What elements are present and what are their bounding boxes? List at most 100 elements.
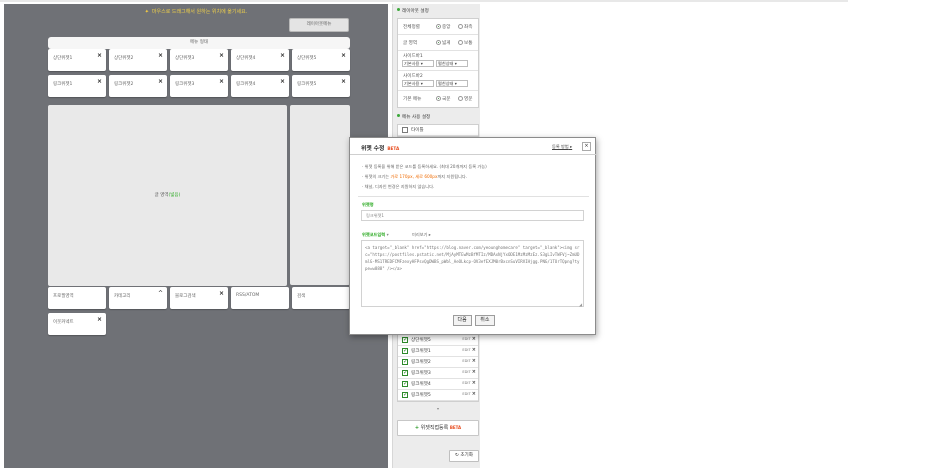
- radio-icon[interactable]: [436, 24, 441, 29]
- widget-neighbor-connect[interactable]: 이웃커넥트 ×: [48, 313, 106, 335]
- sidebar2-label: 사이드바2: [403, 74, 423, 79]
- widget-blog-search[interactable]: 블로그검색 ×: [170, 287, 228, 309]
- layout-settings-text: 레이아웃 설정: [402, 9, 429, 14]
- close-icon[interactable]: ×: [584, 143, 588, 149]
- layout-menu-button[interactable]: 레이아웃메뉴: [289, 18, 349, 32]
- checkbox[interactable]: [402, 127, 408, 133]
- sidebar-area[interactable]: [290, 105, 350, 285]
- cancel-button[interactable]: 취소: [475, 315, 495, 326]
- widget-link-2[interactable]: 링크위젯2 ×: [109, 75, 167, 97]
- close-icon[interactable]: ×: [472, 347, 476, 353]
- list-item[interactable]: 상단위젯5 EDIT ×: [398, 335, 478, 346]
- close-icon[interactable]: ×: [97, 52, 102, 59]
- chevron-down-icon: ▾: [386, 232, 389, 237]
- checkbox[interactable]: [402, 380, 408, 387]
- widget-name-input[interactable]: 링크위젯1: [361, 210, 584, 221]
- widget-top-2[interactable]: 상단위젯2 ×: [109, 49, 167, 71]
- widget-category[interactable]: 카테고리 ^: [109, 287, 167, 309]
- widget-top-4[interactable]: 상단위젯4 ×: [231, 49, 289, 71]
- menu-english-radio[interactable]: 영문: [458, 96, 472, 102]
- close-icon[interactable]: ×: [280, 78, 285, 85]
- list-item[interactable]: 링크위젯1 EDIT ×: [398, 346, 478, 357]
- close-icon[interactable]: ×: [219, 290, 224, 297]
- menu-settings-text: 메뉴 사용 설정: [402, 115, 431, 120]
- note-line: · 채널, 디자인 변경은 지원하지 않습니다.: [362, 184, 435, 189]
- close-icon[interactable]: ×: [472, 358, 476, 364]
- widget-search[interactable]: 검색: [292, 287, 350, 309]
- menu-korean-radio[interactable]: 국문: [436, 96, 450, 102]
- list-item[interactable]: 링크위젯4 EDIT ×: [398, 379, 478, 390]
- list-item[interactable]: 링크위젯2 EDIT ×: [398, 357, 478, 368]
- content-wide-radio[interactable]: 넓게: [436, 40, 450, 46]
- widget-top-5[interactable]: 상단위젯5 ×: [292, 49, 350, 71]
- list-item-label: 링크위젯4: [411, 382, 431, 387]
- content-area[interactable]: 글 영역(넓음): [48, 105, 287, 286]
- widget-profile[interactable]: 프로필영역: [48, 287, 106, 309]
- list-item[interactable]: 링크위젯5 EDIT ×: [398, 390, 478, 401]
- menu-bar-area[interactable]: 메뉴 형태: [48, 37, 350, 49]
- beta-badge: BETA: [449, 425, 462, 430]
- checkbox[interactable]: [402, 347, 408, 354]
- preview-link[interactable]: 미리보기 ▸: [412, 232, 431, 238]
- close-icon[interactable]: ×: [472, 391, 476, 397]
- sidebar2-row: 사이드바2 기본사용 ▾ 펼친상태 ▾: [398, 71, 478, 91]
- radio-icon[interactable]: [436, 40, 441, 45]
- content-normal-radio[interactable]: 보통: [458, 40, 472, 46]
- radio-label: 영문: [464, 97, 473, 102]
- list-item[interactable]: 타이틀: [398, 125, 478, 136]
- widget-rss[interactable]: RSS/ATOM: [231, 287, 289, 309]
- checkbox[interactable]: [402, 336, 408, 343]
- close-icon[interactable]: ×: [158, 52, 163, 59]
- widget-link-1[interactable]: 링크위젯1 ×: [48, 75, 106, 97]
- radio-label: 보통: [464, 41, 473, 46]
- close-icon[interactable]: ×: [341, 78, 346, 85]
- chevron-up-icon[interactable]: ^: [158, 290, 163, 297]
- widget-link-5[interactable]: 링크위젯5 ×: [292, 75, 350, 97]
- close-icon[interactable]: ×: [97, 78, 102, 85]
- checkbox[interactable]: [402, 358, 408, 365]
- close-icon[interactable]: ×: [472, 369, 476, 375]
- radio-icon[interactable]: [458, 24, 463, 29]
- edit-link[interactable]: EDIT ×: [462, 369, 476, 375]
- radio-icon[interactable]: [458, 40, 463, 45]
- close-icon[interactable]: ×: [280, 52, 285, 59]
- widget-code-textarea[interactable]: <a target="_blank" href="https://blog.na…: [361, 240, 584, 307]
- help-link[interactable]: 등록 방법 ▸: [552, 144, 572, 150]
- edit-link[interactable]: EDIT ×: [462, 336, 476, 342]
- align-center-radio[interactable]: 중앙: [436, 24, 450, 30]
- radio-icon[interactable]: [436, 96, 441, 101]
- edit-link[interactable]: EDIT ×: [462, 347, 476, 353]
- chevron-down-icon[interactable]: ▾: [397, 406, 479, 412]
- close-icon[interactable]: ×: [472, 336, 476, 342]
- align-left-radio[interactable]: 좌측: [458, 24, 472, 30]
- widget-top-3[interactable]: 상단위젯3 ×: [170, 49, 228, 71]
- base-menu-row: 기본 메뉴 국문 영문: [398, 91, 478, 107]
- edit-link[interactable]: EDIT ×: [462, 380, 476, 386]
- sidebar2-state-select[interactable]: 펼친상태 ▾: [436, 80, 468, 87]
- checkbox[interactable]: [402, 391, 408, 398]
- sidebar1-use-select[interactable]: 기본사용 ▾: [402, 60, 434, 67]
- close-icon[interactable]: ×: [158, 78, 163, 85]
- edit-link[interactable]: EDIT ×: [462, 391, 476, 397]
- close-icon[interactable]: ×: [219, 52, 224, 59]
- close-icon[interactable]: ×: [219, 78, 224, 85]
- close-button[interactable]: ×: [582, 142, 591, 151]
- add-widget-button[interactable]: + 위젯직접등록 BETA: [397, 420, 479, 436]
- next-button[interactable]: 다음: [452, 315, 472, 326]
- sidebar1-state-select[interactable]: 펼친상태 ▾: [436, 60, 468, 67]
- resize-handle-icon[interactable]: ◢: [579, 302, 582, 307]
- list-item[interactable]: 링크위젯3 EDIT ×: [398, 368, 478, 379]
- radio-label: 국문: [442, 97, 451, 102]
- close-icon[interactable]: ×: [472, 380, 476, 386]
- widget-top-1[interactable]: 상단위젯1 ×: [48, 49, 106, 71]
- close-icon[interactable]: ×: [341, 52, 346, 59]
- widget-link-3[interactable]: 링크위젯3 ×: [170, 75, 228, 97]
- radio-icon[interactable]: [458, 96, 463, 101]
- checkbox[interactable]: [402, 369, 408, 376]
- reset-button[interactable]: ↻ 초기화: [449, 450, 479, 462]
- edit-link[interactable]: EDIT ×: [462, 358, 476, 364]
- close-icon[interactable]: ×: [97, 316, 102, 323]
- preview-link-text: 미리보기: [412, 232, 428, 237]
- widget-link-4[interactable]: 링크위젯4 ×: [231, 75, 289, 97]
- sidebar2-use-select[interactable]: 기본사용 ▾: [402, 80, 434, 87]
